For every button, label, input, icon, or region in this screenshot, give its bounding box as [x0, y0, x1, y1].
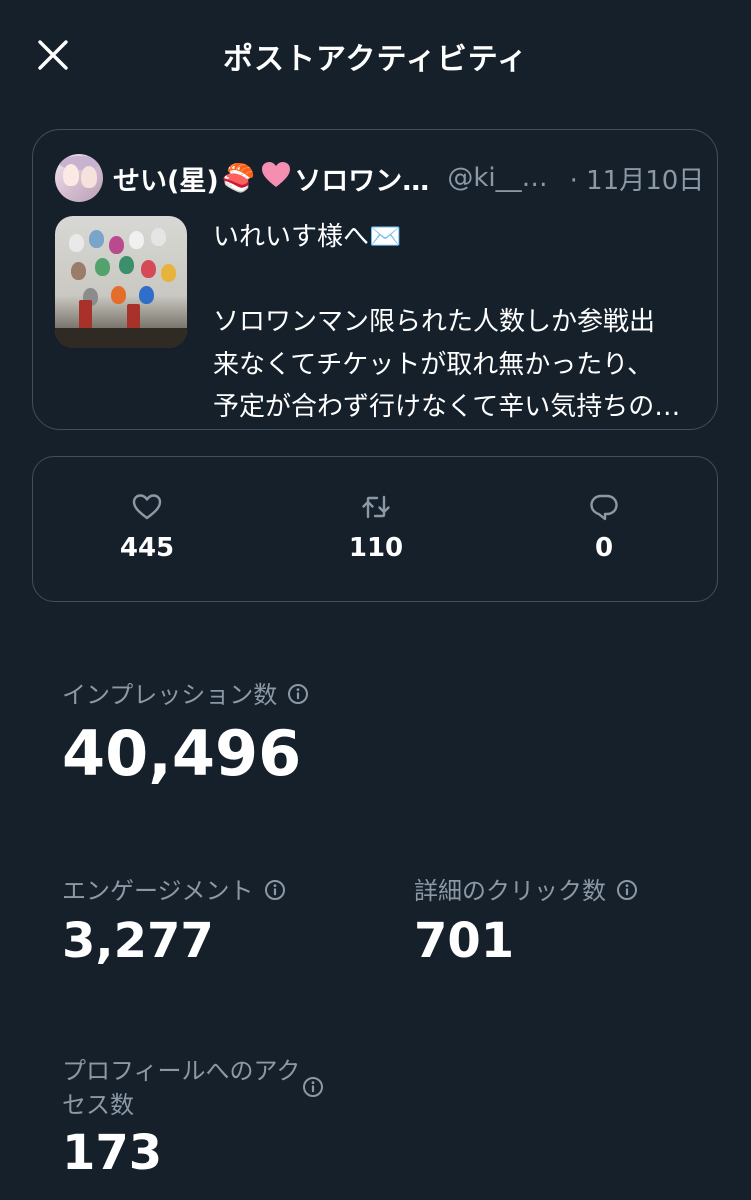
engagement-stats-card: 445 110 0: [32, 456, 718, 602]
sushi-emoji: 🍣: [221, 163, 256, 194]
info-icon[interactable]: [264, 879, 286, 901]
impressions-value: 40,496: [62, 717, 302, 790]
profile-access-value: 173: [62, 1125, 163, 1181]
post-date: · 11月10日: [569, 165, 705, 196]
detail-clicks-label: 詳細のクリック数: [414, 874, 638, 908]
info-icon[interactable]: [302, 1076, 324, 1098]
author-name-text: せい(星): [113, 165, 219, 197]
avatar[interactable]: [55, 154, 103, 202]
post-preview-card[interactable]: せい(星) 🍣 ソロワン… @ki__… · 11月10日 いれいす様へ✉️ ソ…: [32, 129, 718, 430]
author-name-suffix: ソロワン…: [294, 165, 430, 197]
post-text: いれいす様へ✉️ ソロワンマン限られた人数しか参戦出 来なくてチケットが取れ無か…: [213, 222, 681, 422]
reply-bubble-icon: [590, 494, 618, 521]
engagement-value: 3,277: [62, 913, 214, 969]
engagement-label-text: エンゲージメント: [62, 877, 254, 905]
profile-access-label: プロフィールへのアク セス数: [62, 1054, 352, 1122]
detail-clicks-metric: 詳細のクリック数 701: [414, 874, 638, 970]
impressions-metric: インプレッション数 40,496: [62, 678, 309, 790]
detail-clicks-value: 701: [414, 913, 515, 969]
impressions-label: インプレッション数: [62, 678, 309, 712]
heart-emoji: [261, 161, 291, 196]
replies-count: 0: [594, 533, 614, 563]
likes-count: 445: [119, 533, 175, 563]
info-icon[interactable]: [616, 879, 638, 901]
replies-stat: 0: [534, 491, 674, 563]
engagement-label: エンゲージメント: [62, 874, 286, 908]
reposts-stat: 110: [306, 491, 446, 563]
post-image-thumbnail[interactable]: [55, 216, 187, 348]
post-author-line: せい(星) 🍣 ソロワン… @ki__… · 11月10日: [113, 159, 705, 198]
info-icon[interactable]: [287, 683, 309, 705]
likes-stat: 445: [77, 491, 217, 563]
profile-access-label-text: プロフィールへのアク セス数: [62, 1057, 301, 1119]
profile-access-metric: プロフィールへのアク セス数 173: [62, 1054, 352, 1182]
engagement-metric: エンゲージメント 3,277: [62, 874, 286, 970]
reposts-count: 110: [348, 533, 404, 563]
page-title: ポストアクティビティ: [223, 42, 528, 77]
detail-clicks-label-text: 詳細のクリック数: [414, 877, 606, 905]
author-name: せい(星) 🍣 ソロワン…: [113, 159, 429, 198]
heart-icon: [132, 494, 162, 520]
repost-icon: [362, 495, 390, 519]
impressions-label-text: インプレッション数: [62, 681, 278, 709]
author-handle: @ki__…: [447, 163, 548, 193]
